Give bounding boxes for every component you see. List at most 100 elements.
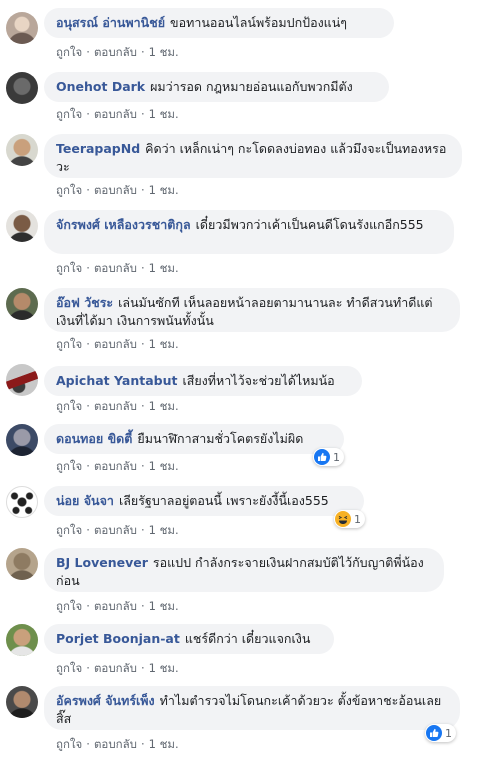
like-link[interactable]: ถูกใจ xyxy=(56,45,82,59)
comment-bubble: อนุสรณ์ อ่านพานิชย์ ขอทานออนไลน์พร้อมปกป้… xyxy=(44,8,394,38)
timestamp[interactable]: 1 ชม. xyxy=(149,261,179,275)
separator: · xyxy=(86,107,90,121)
like-link[interactable]: ถูกใจ xyxy=(56,183,82,197)
comment-bubble: Onehot Dark ผมว่ารอด กฎหมายอ่อนแอกับพวกมี… xyxy=(44,72,389,102)
timestamp[interactable]: 1 ชม. xyxy=(149,399,179,413)
separator: · xyxy=(86,399,90,413)
like-link[interactable]: ถูกใจ xyxy=(56,337,82,351)
comment-actions: ถูกใจ · ตอบกลับ · 1 ชม. xyxy=(56,106,179,124)
comment-author[interactable]: น่อย จันจา xyxy=(56,493,114,508)
comment-author[interactable]: อัครพงศ์ จันทร์เพ็ง xyxy=(56,693,155,708)
separator: · xyxy=(140,599,145,613)
comment-text: เสียงที่หาไว้จะช่วยได้ไหมน้อ xyxy=(182,373,335,388)
timestamp[interactable]: 1 ชม. xyxy=(149,599,179,613)
reply-link[interactable]: ตอบกลับ xyxy=(94,523,137,537)
comment-bubble: TeerapapNd คิดว่า เหล็กเน่าๆ กะโดดลงบ่อทอ… xyxy=(44,134,462,178)
reaction-badge[interactable]: 1 xyxy=(425,724,456,742)
reaction-count: 1 xyxy=(333,450,340,464)
comment-author[interactable]: ดอนทอย ขิดตี้ xyxy=(56,431,132,446)
comment-author[interactable]: Onehot Dark xyxy=(56,79,145,94)
avatar[interactable] xyxy=(6,486,38,518)
comment-author[interactable]: Apichat Yantabut xyxy=(56,373,177,388)
avatar[interactable] xyxy=(6,288,38,320)
comment-text: เดี๋ยวมีพวกว่าเค้าเป็นคนดีโดนรังแกอีก555 xyxy=(195,217,424,232)
comment-text: ผมว่ารอด กฎหมายอ่อนแอกับพวกมีตัง xyxy=(150,79,353,94)
reaction-badge[interactable]: 1 xyxy=(334,510,365,528)
comment-text: ขอทานออนไลน์พร้อมปกป้องแน่ๆ xyxy=(170,15,348,30)
separator: · xyxy=(140,45,145,59)
reply-link[interactable]: ตอบกลับ xyxy=(94,183,137,197)
avatar[interactable] xyxy=(6,624,38,656)
timestamp[interactable]: 1 ชม. xyxy=(149,337,179,351)
timestamp[interactable]: 1 ชม. xyxy=(149,107,179,121)
reply-link[interactable]: ตอบกลับ xyxy=(94,261,137,275)
haha-icon xyxy=(335,511,351,527)
timestamp[interactable]: 1 ชม. xyxy=(149,459,179,473)
reply-link[interactable]: ตอบกลับ xyxy=(94,45,137,59)
like-link[interactable]: ถูกใจ xyxy=(56,107,82,121)
avatar[interactable] xyxy=(6,364,38,396)
comment-bubble: อัครพงศ์ จันทร์เพ็ง ทำไมตำรวจไม่โดนกะเค้า… xyxy=(44,686,460,730)
comment-bubble: Porjet Boonjan-at แชร์ดีกว่า เดี๋ยวแจกเงิ… xyxy=(44,624,334,654)
comment-bubble: จักรพงศ์ เหลืองวรชาติกุล เดี๋ยวมีพวกว่าเค… xyxy=(44,210,454,254)
reply-link[interactable]: ตอบกลับ xyxy=(94,399,137,413)
like-link[interactable]: ถูกใจ xyxy=(56,523,82,537)
separator: · xyxy=(140,107,145,121)
reply-link[interactable]: ตอบกลับ xyxy=(94,661,137,675)
comment-author[interactable]: TeerapapNd xyxy=(56,141,140,156)
like-icon xyxy=(314,449,330,465)
reply-link[interactable]: ตอบกลับ xyxy=(94,459,137,473)
comment-actions: ถูกใจ · ตอบกลับ · 1 ชม. xyxy=(56,598,179,616)
separator: · xyxy=(86,45,90,59)
comment-author[interactable]: BJ Lovenever xyxy=(56,555,148,570)
separator: · xyxy=(140,183,145,197)
separator: · xyxy=(140,459,145,473)
comment-author[interactable]: อ๊อฟ วัชระ xyxy=(56,295,113,310)
like-link[interactable]: ถูกใจ xyxy=(56,737,82,751)
comment-author[interactable]: Porjet Boonjan-at xyxy=(56,631,180,646)
avatar[interactable] xyxy=(6,424,38,456)
timestamp[interactable]: 1 ชม. xyxy=(149,523,179,537)
timestamp[interactable]: 1 ชม. xyxy=(149,661,179,675)
reply-link[interactable]: ตอบกลับ xyxy=(94,599,137,613)
timestamp[interactable]: 1 ชม. xyxy=(149,737,179,751)
comment-bubble: ดอนทอย ขิดตี้ ยืมนาฬิกาสามชั่วโคตรยังไม่ผ… xyxy=(44,424,344,454)
avatar[interactable] xyxy=(6,134,38,166)
comment-actions: ถูกใจ · ตอบกลับ · 1 ชม. xyxy=(56,522,179,540)
comment-text: แชร์ดีกว่า เดี๋ยวแจกเงิน xyxy=(184,631,311,646)
reaction-count: 1 xyxy=(445,726,452,740)
reaction-count: 1 xyxy=(354,512,361,526)
avatar[interactable] xyxy=(6,12,38,44)
separator: · xyxy=(140,523,145,537)
comment-author[interactable]: อนุสรณ์ อ่านพานิชย์ xyxy=(56,15,165,30)
comment-actions: ถูกใจ · ตอบกลับ · 1 ชม. xyxy=(56,736,179,754)
comment-actions: ถูกใจ · ตอบกลับ · 1 ชม. xyxy=(56,44,179,62)
like-icon xyxy=(426,725,442,741)
separator: · xyxy=(140,399,145,413)
comment-actions: ถูกใจ · ตอบกลับ · 1 ชม. xyxy=(56,398,179,416)
comment-author[interactable]: จักรพงศ์ เหลืองวรชาติกุล xyxy=(56,217,191,232)
comment-text: ยืมนาฬิกาสามชั่วโคตรยังไม่ผิด xyxy=(137,431,304,446)
separator: · xyxy=(86,337,90,351)
reply-link[interactable]: ตอบกลับ xyxy=(94,337,137,351)
reaction-badge[interactable]: 1 xyxy=(313,448,344,466)
comment-actions: ถูกใจ · ตอบกลับ · 1 ชม. xyxy=(56,182,179,200)
avatar[interactable] xyxy=(6,210,38,242)
like-link[interactable]: ถูกใจ xyxy=(56,459,82,473)
like-link[interactable]: ถูกใจ xyxy=(56,399,82,413)
avatar[interactable] xyxy=(6,686,38,718)
avatar[interactable] xyxy=(6,72,38,104)
timestamp[interactable]: 1 ชม. xyxy=(149,183,179,197)
comment-bubble: Apichat Yantabut เสียงที่หาไว้จะช่วยได้ไห… xyxy=(44,366,362,396)
comment-text: เลียรัฐบาลอยู่ตอนนี้ เพราะยังงี้นี้เอง55… xyxy=(118,493,329,508)
like-link[interactable]: ถูกใจ xyxy=(56,261,82,275)
comment-bubble: BJ Lovenever รอแปป กำลังกระจายเงินฝากสมบั… xyxy=(44,548,444,592)
avatar[interactable] xyxy=(6,548,38,580)
reply-link[interactable]: ตอบกลับ xyxy=(94,107,137,121)
reply-link[interactable]: ตอบกลับ xyxy=(94,737,137,751)
separator: · xyxy=(86,661,90,675)
separator: · xyxy=(86,183,90,197)
like-link[interactable]: ถูกใจ xyxy=(56,599,82,613)
timestamp[interactable]: 1 ชม. xyxy=(149,45,179,59)
like-link[interactable]: ถูกใจ xyxy=(56,661,82,675)
